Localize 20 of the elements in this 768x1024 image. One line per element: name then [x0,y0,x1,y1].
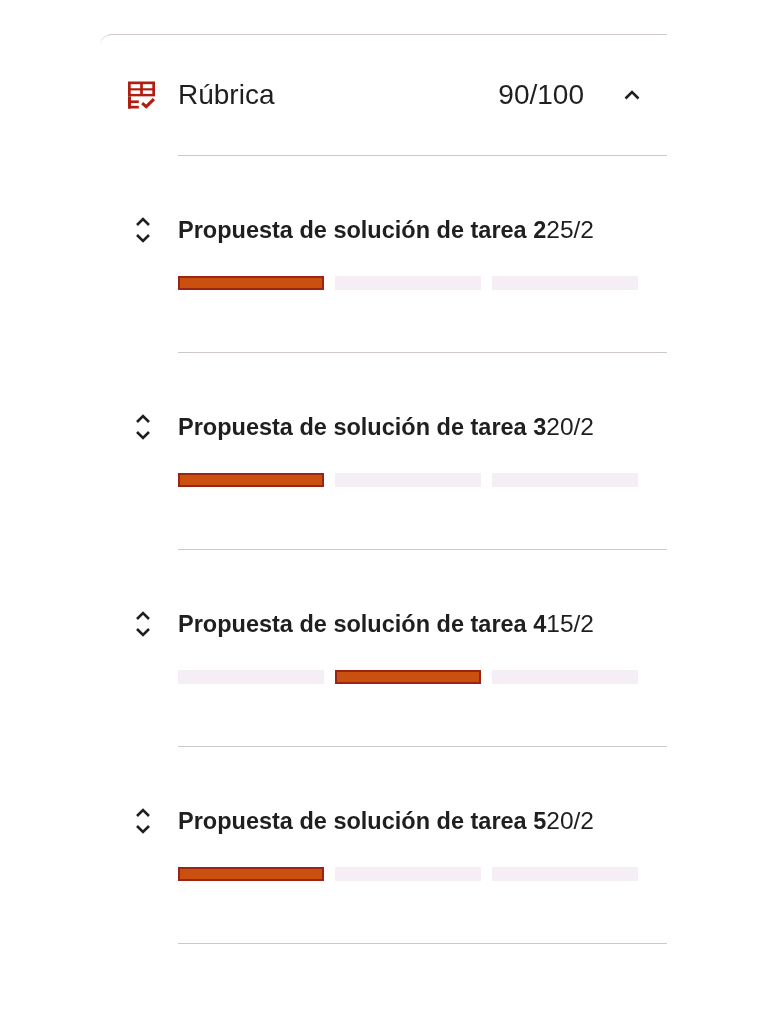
up-down-chevron-icon[interactable] [134,216,152,244]
up-down-chevron-icon[interactable] [134,413,152,441]
criterion-score: 20/2 [546,412,594,442]
rubric-title: Rúbrica [178,78,276,112]
criterion-score: 25/2 [546,215,594,245]
criterion-title: Propuesta de solución de tarea 4 [178,610,547,639]
criterion-title: Propuesta de solución de tarea 3 [178,413,547,442]
rubric-table-icon [128,81,155,109]
level-segment[interactable] [335,670,481,684]
level-segment[interactable] [178,473,324,487]
level-segment[interactable] [178,867,324,881]
chevron-up-icon[interactable] [624,90,640,100]
up-down-chevron-icon[interactable] [134,610,152,638]
criterion-title: Propuesta de solución de tarea 2 [178,216,547,245]
rubric-total-score: 90/100 [498,78,584,112]
criterion-title: Propuesta de solución de tarea 5 [178,807,547,836]
criterion-score: 20/2 [546,806,594,836]
level-segment[interactable] [178,276,324,290]
up-down-chevron-icon[interactable] [134,807,152,835]
criterion-score: 15/2 [546,609,594,639]
